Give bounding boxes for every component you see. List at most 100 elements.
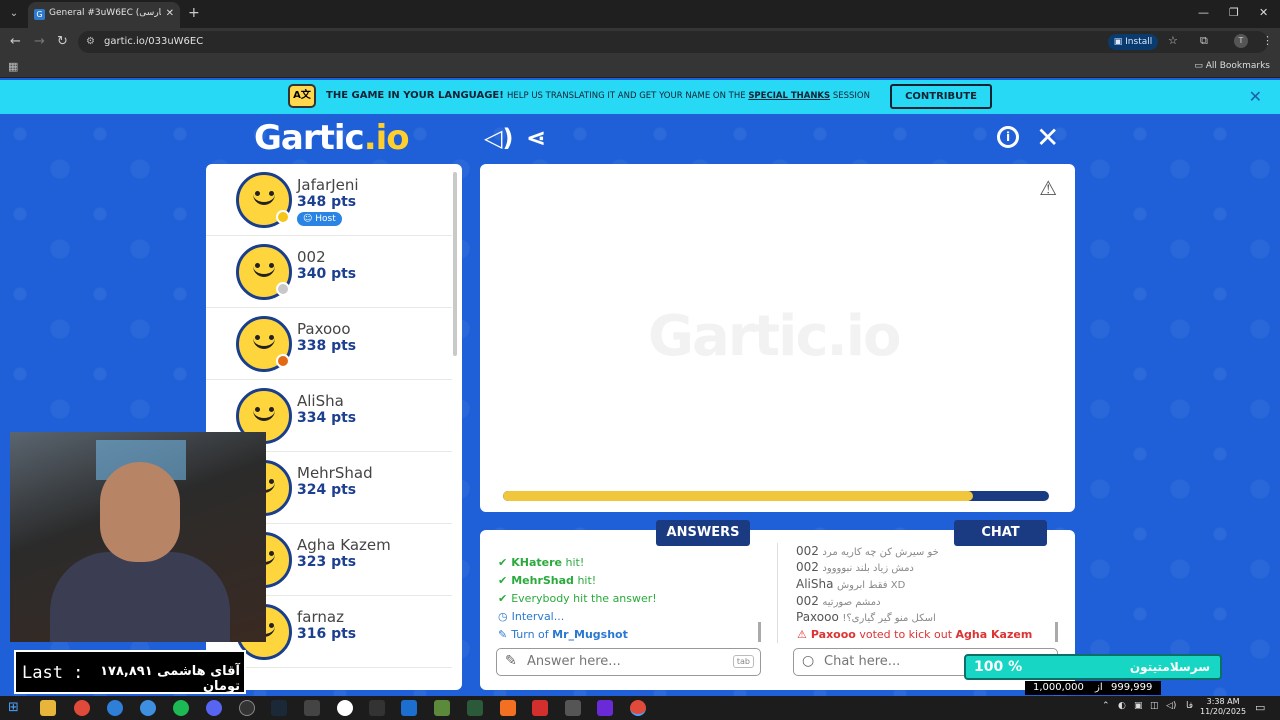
app-icon-6[interactable] [401, 700, 417, 716]
tray-overflow-icon[interactable]: ⌃ [1102, 701, 1110, 711]
gartic-logo: Gartic.io [254, 118, 410, 158]
player-row[interactable]: 002 340 pts [206, 236, 452, 308]
reload-icon[interactable]: ↻ [57, 34, 68, 49]
tab-close-icon[interactable]: ✕ [166, 8, 174, 19]
bookmarks-bar: ▦ ▭ All Bookmarks [0, 56, 1280, 78]
tray-app-icon[interactable]: ▣ [1134, 701, 1143, 711]
chat-player-name: AliSha [796, 577, 834, 591]
app-icon-3[interactable] [304, 700, 320, 716]
chrome-icon[interactable] [74, 700, 90, 716]
webcam-person-head [100, 462, 180, 562]
file-explorer-icon[interactable] [40, 700, 56, 716]
spotify-icon[interactable] [173, 700, 189, 716]
last-donor: آقای هاشمی ۱۷۸,۸۹۱ تومان [100, 664, 240, 694]
kick-target[interactable]: Agha Kazem [956, 628, 1033, 641]
player-name: JafarJeni [297, 176, 359, 194]
app-icon-1[interactable] [107, 700, 123, 716]
chat-tab[interactable]: CHAT [954, 520, 1047, 546]
chat-message: AliSha فقط ابروش XD [796, 577, 905, 591]
app-icon-2[interactable] [140, 700, 156, 716]
info-icon[interactable]: i [997, 126, 1019, 148]
exit-icon[interactable]: ✕ [1036, 121, 1059, 154]
player-row[interactable]: Paxooo 338 pts [206, 308, 452, 380]
app-icon-8[interactable] [500, 700, 516, 716]
omnibox[interactable]: ⚙ gartic.io/033uW6EC ▣ Install ☆ ⧉ T ⋮ [78, 31, 1273, 53]
clock-icon: ◷ [498, 610, 508, 623]
tab-key-hint: tab [732, 655, 754, 668]
minecraft-icon[interactable] [434, 700, 450, 716]
windows-taskbar: ⊞ ⌃ ◐ ▣ ◫ ◁) فا 3:38 AM 11/20/2025 ▭ [0, 696, 1280, 720]
answer-input-box[interactable]: ✎ tab [496, 648, 761, 676]
browser-tab-bar: ⌄ G General #3uW6EC (فارسی) - Gar ✕ + — … [0, 0, 1280, 28]
chat-message: 002 دمشم صورتیه [796, 594, 881, 608]
webcam-person-body [50, 552, 230, 642]
app-icon-4[interactable] [337, 700, 353, 716]
banner-close-icon[interactable]: ✕ [1249, 87, 1262, 106]
discord-icon[interactable] [206, 700, 222, 716]
windows-start-icon[interactable]: ⊞ [8, 700, 24, 716]
all-bookmarks-button[interactable]: ▭ All Bookmarks [1194, 61, 1270, 71]
restore-icon[interactable]: ❐ [1229, 6, 1239, 19]
warning-icon: ⚠ [797, 628, 807, 641]
check-icon: ✔ [498, 592, 508, 605]
app-icon-11[interactable] [597, 700, 613, 716]
url-text[interactable]: gartic.io/033uW6EC [104, 36, 203, 47]
steam-icon[interactable] [271, 700, 287, 716]
new-tab-icon[interactable]: + [188, 5, 200, 21]
drawing-canvas[interactable]: Gartic.io ⚠ [480, 164, 1075, 512]
app-icon-7[interactable] [467, 700, 483, 716]
browser-menu-icon[interactable]: ⋮ [1262, 34, 1273, 47]
special-thanks-link[interactable]: SPECIAL THANKS [748, 91, 830, 101]
gartic-favicon-icon: G [34, 9, 45, 20]
bookmark-star-icon[interactable]: ☆ [1168, 34, 1178, 47]
avatar-smile [253, 191, 275, 205]
obs-icon[interactable] [239, 700, 255, 716]
extensions-icon[interactable]: ⧉ [1200, 34, 1208, 48]
sound-icon[interactable]: ◁) [484, 124, 513, 152]
forward-icon[interactable]: → [34, 34, 45, 49]
player-name: 002 [297, 248, 326, 266]
answer-player-name: KHatere [511, 556, 562, 569]
player-row[interactable]: JafarJeni 348 pts ☺ Host [206, 164, 452, 236]
answer-input[interactable] [527, 654, 727, 669]
contribute-button[interactable]: CONTRIBUTE [890, 84, 992, 109]
app-icon-5[interactable] [369, 700, 385, 716]
answers-tab[interactable]: ANSWERS [656, 520, 750, 546]
app-icon-9[interactable] [532, 700, 548, 716]
chat-scrollbar[interactable] [1055, 622, 1058, 642]
pencil-turn-icon: ✎ [498, 628, 508, 641]
minimize-icon[interactable]: — [1198, 6, 1209, 19]
window-close-icon[interactable]: ✕ [1259, 6, 1268, 19]
tab-search-icon[interactable]: ⌄ [6, 6, 22, 22]
player-points: 348 pts [297, 194, 357, 210]
install-button[interactable]: ▣ Install [1108, 34, 1158, 50]
chat-player-name: 002 [796, 560, 819, 574]
input-language[interactable]: فا [1186, 701, 1193, 711]
browser-tab[interactable]: G General #3uW6EC (فارسی) - Gar ✕ [28, 2, 180, 28]
app-icon-10[interactable] [565, 700, 581, 716]
logo-suffix: .io [363, 118, 410, 158]
chat-text: دمش زیاد بلند نبوووود [822, 563, 914, 574]
player-points: 340 pts [297, 266, 357, 282]
notification-icon[interactable]: ▭ [1255, 701, 1265, 714]
players-scrollbar[interactable] [453, 172, 457, 356]
answers-scrollbar[interactable] [758, 622, 761, 642]
answer-message: ✎ Turn of Mr_Mugshot [498, 628, 628, 641]
apps-grid-icon[interactable]: ▦ [8, 60, 18, 73]
chrome-active-icon[interactable] [630, 700, 646, 716]
goal-percent: 100 % [974, 659, 1023, 675]
player-status-dot [276, 354, 290, 368]
profile-avatar[interactable]: T [1234, 34, 1248, 48]
answer-text: hit! [577, 574, 597, 587]
site-info-icon[interactable]: ⚙ [86, 36, 95, 47]
back-icon[interactable]: ← [10, 34, 21, 49]
banner-text: HELP US TRANSLATING IT AND GET YOUR NAME… [507, 91, 870, 101]
volume-icon[interactable]: ◁) [1166, 701, 1176, 711]
taskbar-clock[interactable]: 3:38 AM 11/20/2025 [1200, 697, 1246, 717]
share-icon[interactable]: ⋖ [526, 124, 546, 152]
clock-time: 3:38 AM [1206, 697, 1240, 706]
player-points: 334 pts [297, 410, 357, 426]
network-icon[interactable]: ◫ [1150, 701, 1159, 711]
report-warning-icon[interactable]: ⚠ [1039, 176, 1057, 200]
mic-icon[interactable]: ◐ [1118, 701, 1126, 711]
